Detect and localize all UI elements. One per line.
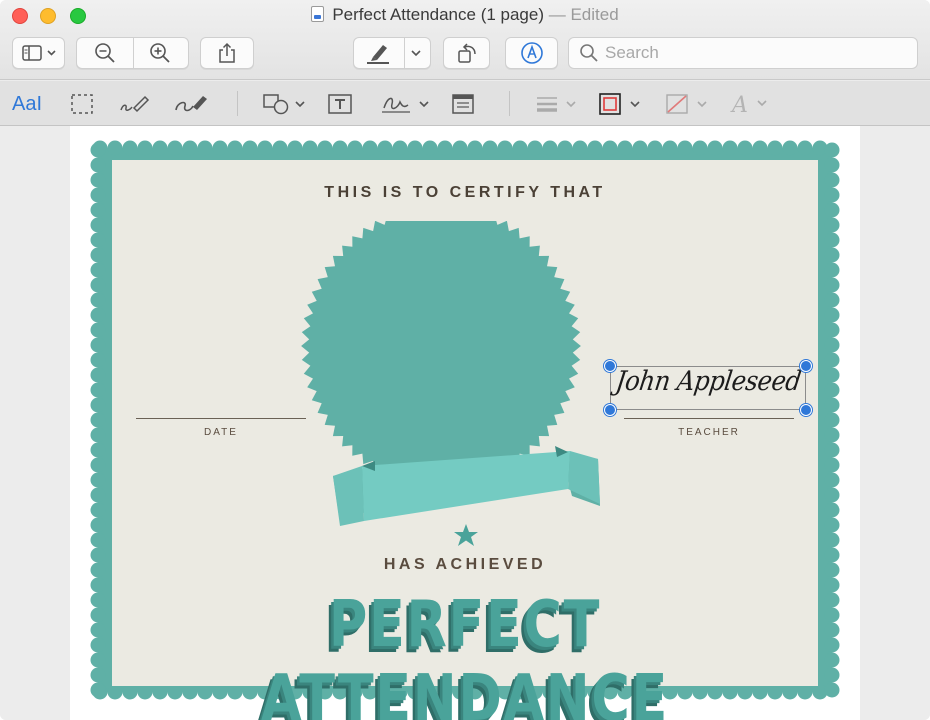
line-style-icon: [537, 97, 576, 112]
markup-toolbar: AaI A: [0, 81, 930, 126]
title-bar: Perfect Attendance (1 page) — Edited Sea…: [0, 0, 930, 80]
certificate-heading: THIS IS TO CERTIFY THAT: [324, 184, 606, 201]
rectangular-selection-icon: [71, 94, 93, 114]
preview-window: Perfect Attendance (1 page) — Edited Sea…: [0, 0, 930, 720]
resize-handle-bottom-right[interactable]: [800, 404, 812, 416]
rectangular-selection-tool[interactable]: [70, 89, 94, 119]
document-icon[interactable]: [311, 6, 325, 22]
shapes-icon: [263, 94, 305, 115]
chevron-down-icon: [411, 50, 421, 57]
achievement-caption: HAS ACHIEVED: [383, 556, 547, 573]
window-title: Perfect Attendance (1 page) — Edited: [0, 5, 930, 25]
date-label: DATE: [204, 427, 238, 438]
sidebar-icon: [21, 45, 56, 61]
fill-color-tool[interactable]: [665, 89, 711, 119]
svg-text:A: A: [730, 93, 748, 117]
text-box-tool[interactable]: [327, 89, 353, 119]
highlight-control: [353, 37, 431, 69]
share-icon: [219, 42, 235, 63]
sketch-icon: [120, 95, 150, 113]
note-icon: [452, 94, 474, 114]
teacher-line: [624, 418, 794, 419]
border-color-icon: [599, 93, 640, 115]
search-field[interactable]: Search: [568, 37, 918, 69]
text-box-icon: [328, 94, 352, 114]
markup-icon: [520, 42, 543, 64]
font-icon: A: [730, 93, 767, 117]
award-title: PERFECT ATTENDANCE: [261, 588, 669, 720]
draw-icon: [175, 96, 207, 112]
signature-annotation[interactable]: John Appleseed: [614, 366, 803, 397]
shape-style-tool[interactable]: [535, 89, 579, 119]
zoom-out-icon: [94, 43, 115, 63]
draw-tool[interactable]: [173, 89, 211, 119]
sign-tool[interactable]: [380, 89, 434, 119]
fill-color-icon: [666, 94, 707, 114]
text-selection-label: AaI: [12, 92, 43, 115]
resize-handle-top-right[interactable]: [800, 360, 812, 372]
resize-handle-bottom-left[interactable]: [604, 404, 616, 416]
zoom-in-icon: [150, 43, 170, 63]
sidebar-button[interactable]: [12, 37, 65, 69]
rotate-icon: [457, 43, 476, 63]
edited-status: — Edited: [548, 5, 619, 24]
highlight-button[interactable]: [354, 42, 403, 64]
markup-button[interactable]: [505, 37, 558, 69]
certificate-seal: [301, 221, 600, 526]
search-placeholder: Search: [605, 43, 659, 62]
document-page: THIS IS TO CERTIFY THAT DATE TEACHER Joh…: [70, 126, 860, 720]
teacher-label: TEACHER: [678, 427, 740, 438]
document-area[interactable]: THIS IS TO CERTIFY THAT DATE TEACHER Joh…: [0, 126, 930, 720]
text-style-tool[interactable]: A: [730, 89, 774, 119]
border-color-tool[interactable]: [598, 89, 644, 119]
signature-icon: [382, 97, 429, 113]
text-selection-tool[interactable]: AaI: [12, 89, 42, 119]
note-tool[interactable]: [451, 89, 475, 119]
resize-handle-top-left[interactable]: [604, 360, 616, 372]
rotate-button[interactable]: [443, 37, 490, 69]
share-button[interactable]: [200, 37, 254, 69]
highlight-menu-button[interactable]: [403, 48, 430, 58]
zoom-out-button[interactable]: [77, 42, 133, 64]
sketch-tool[interactable]: [118, 89, 150, 119]
highlighter-icon: [367, 45, 390, 64]
shapes-tool[interactable]: [262, 89, 308, 119]
date-line: [136, 418, 306, 419]
star-icon: [454, 524, 478, 546]
search-icon: [580, 44, 598, 62]
zoom-in-button[interactable]: [133, 42, 189, 64]
window-title-text: Perfect Attendance (1 page): [332, 5, 545, 24]
zoom-control: [76, 37, 189, 69]
